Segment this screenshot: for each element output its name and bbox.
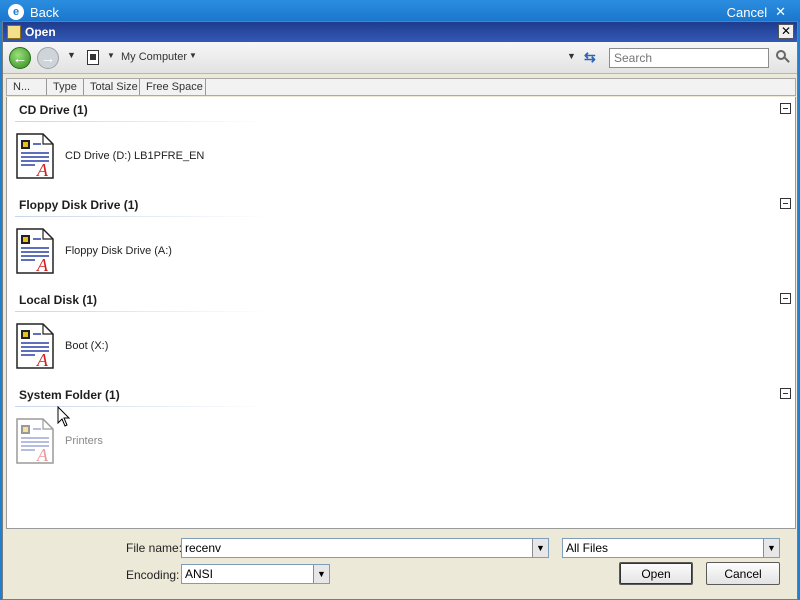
group-divider <box>15 406 270 407</box>
background-back-label: Back <box>30 4 59 20</box>
file-name-dropdown-icon[interactable]: ▼ <box>532 539 548 557</box>
svg-text:A: A <box>36 160 49 180</box>
collapse-icon[interactable] <box>780 103 791 114</box>
dialog-titlebar: Open ✕ <box>3 22 797 42</box>
file-type-dropdown-icon[interactable]: ▼ <box>763 539 779 557</box>
computer-location-icon <box>87 50 99 65</box>
recent-pages-dropdown-icon[interactable]: ▼ <box>67 50 76 60</box>
cancel-button[interactable]: Cancel <box>706 562 780 585</box>
file-type-value: All Files <box>566 541 609 555</box>
encoding-dropdown-icon[interactable]: ▼ <box>313 565 329 583</box>
file-name-input[interactable]: recenv ▼ <box>181 538 549 558</box>
dialog-title: Open <box>25 25 56 39</box>
list-item[interactable]: A Floppy Disk Drive (A:) <box>15 226 172 276</box>
group-divider <box>15 311 270 312</box>
group-divider <box>15 121 270 122</box>
group-cd-drive: CD Drive (1) A CD Drive (D:) LB1PFRE_EN <box>7 97 797 192</box>
column-headers: N... Type Total Size Free Space <box>6 78 796 96</box>
wordpad-document-icon: A <box>15 132 55 180</box>
group-divider <box>15 216 270 217</box>
group-floppy-drive: Floppy Disk Drive (1) A Floppy Disk Driv… <box>7 192 797 287</box>
group-local-disk: Local Disk (1) A Boot (X:) <box>7 287 797 382</box>
file-type-select[interactable]: All Files ▼ <box>562 538 780 558</box>
encoding-select[interactable]: ANSI ▼ <box>181 564 330 584</box>
mouse-cursor-icon <box>57 406 71 427</box>
refresh-icon[interactable]: ⇆ <box>584 49 596 66</box>
group-header[interactable]: CD Drive (1) <box>19 103 88 117</box>
column-free-space[interactable]: Free Space <box>140 79 206 95</box>
wordpad-document-icon: A <box>15 227 55 275</box>
back-arrow-icon[interactable]: ← <box>9 47 31 69</box>
collapse-icon[interactable] <box>780 293 791 304</box>
svg-text:A: A <box>36 445 49 465</box>
location-root-chevron-icon[interactable]: ▼ <box>107 51 115 60</box>
back-circle-icon: e <box>8 4 24 20</box>
collapse-icon[interactable] <box>780 198 791 209</box>
file-list-pane: CD Drive (1) A CD Drive (D:) LB1PFRE_EN … <box>6 97 796 529</box>
file-name-value: recenv <box>185 541 222 555</box>
collapse-icon[interactable] <box>780 388 791 399</box>
wordpad-document-icon: A <box>15 417 55 465</box>
navigation-toolbar: ← → ▼ ▼ My Computer ▼ ▼ ⇆ <box>3 42 797 74</box>
list-item[interactable]: A CD Drive (D:) LB1PFRE_EN <box>15 131 204 181</box>
file-name-label: File name: <box>126 541 183 555</box>
background-cancel-label: Cancel <box>726 4 768 20</box>
group-header[interactable]: Local Disk (1) <box>19 293 97 307</box>
forward-arrow-icon[interactable]: → <box>37 47 59 69</box>
address-dropdown-icon[interactable]: ▼ <box>567 51 576 61</box>
column-name[interactable]: N... <box>7 79 47 95</box>
group-header[interactable]: System Folder (1) <box>19 388 120 402</box>
svg-text:A: A <box>36 255 49 275</box>
encoding-label: Encoding: <box>126 568 180 582</box>
search-icon[interactable] <box>776 50 790 64</box>
item-label: Boot (X:) <box>65 340 109 352</box>
background-cancel-button: Cancel ✕ <box>727 4 786 20</box>
item-label: CD Drive (D:) LB1PFRE_EN <box>65 150 205 162</box>
open-button[interactable]: Open <box>619 562 693 585</box>
background-setup-bar <box>0 0 800 22</box>
location-chevron-icon[interactable]: ▼ <box>189 51 197 60</box>
wordpad-document-icon: A <box>15 322 55 370</box>
list-item[interactable]: A Boot (X:) <box>15 321 108 371</box>
background-back-button: e Back <box>8 4 59 20</box>
item-label: Floppy Disk Drive (A:) <box>65 245 172 257</box>
column-total-size[interactable]: Total Size <box>84 79 140 95</box>
dialog-close-button[interactable]: ✕ <box>778 24 794 39</box>
item-label: Printers <box>65 435 103 447</box>
background-close-icon: ✕ <box>775 4 786 19</box>
group-system-folder: System Folder (1) A Printers <box>7 382 797 477</box>
breadcrumb-location[interactable]: My Computer <box>121 51 187 63</box>
svg-text:A: A <box>36 350 49 370</box>
group-header[interactable]: Floppy Disk Drive (1) <box>19 198 138 212</box>
encoding-value: ANSI <box>185 567 214 581</box>
open-dialog: Open ✕ ← → ▼ ▼ My Computer ▼ ▼ ⇆ N... Ty… <box>2 21 798 600</box>
search-input[interactable] <box>609 48 769 68</box>
column-type[interactable]: Type <box>47 79 84 95</box>
app-icon <box>7 25 21 39</box>
